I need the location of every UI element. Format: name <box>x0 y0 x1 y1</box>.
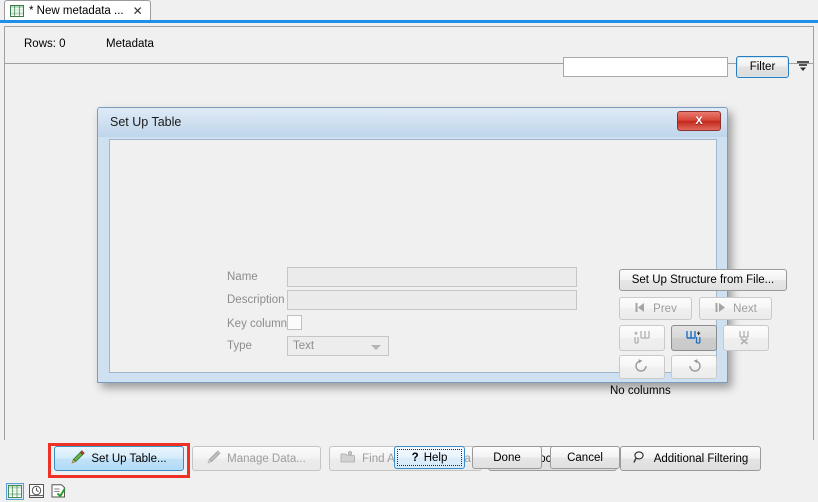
set-up-structure-from-file-button[interactable]: Set Up Structure from File... <box>619 269 787 291</box>
done-label: Done <box>493 452 521 464</box>
cancel-button[interactable]: Cancel <box>550 446 620 469</box>
prev-arrow-icon <box>634 302 648 316</box>
set-up-table-dialog: Set Up Table X Name Description Key colu… <box>97 107 728 383</box>
folder-gray-icon <box>340 450 356 467</box>
column-status-label: No columns <box>610 385 671 397</box>
undo-icon <box>632 357 652 378</box>
add-column-left-icon <box>631 328 653 349</box>
tab-close-icon[interactable]: ✕ <box>133 5 143 17</box>
status-bar <box>0 480 818 502</box>
metadata-label: Metadata <box>106 38 154 50</box>
type-select[interactable]: Text <box>287 336 389 356</box>
redo-button[interactable] <box>671 355 717 379</box>
add-column-left-button[interactable] <box>619 325 665 351</box>
add-column-right-button[interactable] <box>671 325 717 351</box>
set-up-structure-label: Set Up Structure from File... <box>632 274 775 286</box>
table-grid-icon <box>10 5 24 17</box>
key-column-label: Key column <box>227 318 287 330</box>
prev-button[interactable]: Prev <box>619 297 692 320</box>
delete-column-icon <box>735 328 757 349</box>
additional-filtering-button[interactable]: Additional Filtering <box>620 446 761 471</box>
set-up-table-label: Set Up Table... <box>91 453 166 465</box>
filter-button[interactable]: Filter <box>736 56 789 78</box>
tab-new-metadata[interactable]: * New metadata ... ✕ <box>4 0 151 20</box>
manage-data-button[interactable]: Manage Data... <box>192 446 321 471</box>
checklist-view-icon[interactable] <box>50 483 68 500</box>
next-button[interactable]: Next <box>699 297 772 320</box>
dialog-title-bar: Set Up Table X <box>98 108 727 137</box>
tab-strip: * New metadata ... ✕ <box>0 0 818 21</box>
description-input[interactable] <box>287 290 577 310</box>
dialog-title: Set Up Table <box>110 115 181 129</box>
prev-label: Prev <box>653 303 677 315</box>
redo-icon <box>684 357 704 378</box>
undo-button[interactable] <box>619 355 665 379</box>
question-mark-icon: ? <box>412 452 419 464</box>
help-label: Help <box>424 452 448 464</box>
tab-title: * New metadata ... <box>29 5 124 17</box>
manage-data-label: Manage Data... <box>227 453 306 465</box>
pencil-icon <box>71 450 85 467</box>
history-view-icon[interactable] <box>28 483 46 500</box>
help-button[interactable]: ? Help <box>394 446 465 469</box>
pencil-gray-icon <box>207 450 221 467</box>
additional-filtering-label: Additional Filtering <box>654 453 749 465</box>
next-label: Next <box>733 303 757 315</box>
close-icon[interactable]: X <box>677 111 721 131</box>
filter-input[interactable] <box>563 57 728 77</box>
type-label: Type <box>227 340 252 352</box>
table-view-icon[interactable] <box>6 483 24 500</box>
description-label: Description <box>227 294 285 306</box>
chevron-down-icon <box>371 345 381 350</box>
magnifier-icon <box>633 450 648 467</box>
cancel-label: Cancel <box>567 452 603 464</box>
delete-column-button[interactable] <box>723 325 769 351</box>
filter-options-icon[interactable] <box>795 59 811 73</box>
add-column-right-icon <box>683 328 705 349</box>
next-arrow-icon <box>714 302 728 316</box>
rows-count-label: Rows: 0 <box>24 38 66 50</box>
key-column-checkbox[interactable] <box>287 315 302 330</box>
type-selected-value: Text <box>288 340 314 352</box>
set-up-table-button[interactable]: Set Up Table... <box>54 446 184 471</box>
name-input[interactable] <box>287 267 577 287</box>
done-button[interactable]: Done <box>472 446 542 469</box>
name-label: Name <box>227 271 258 283</box>
